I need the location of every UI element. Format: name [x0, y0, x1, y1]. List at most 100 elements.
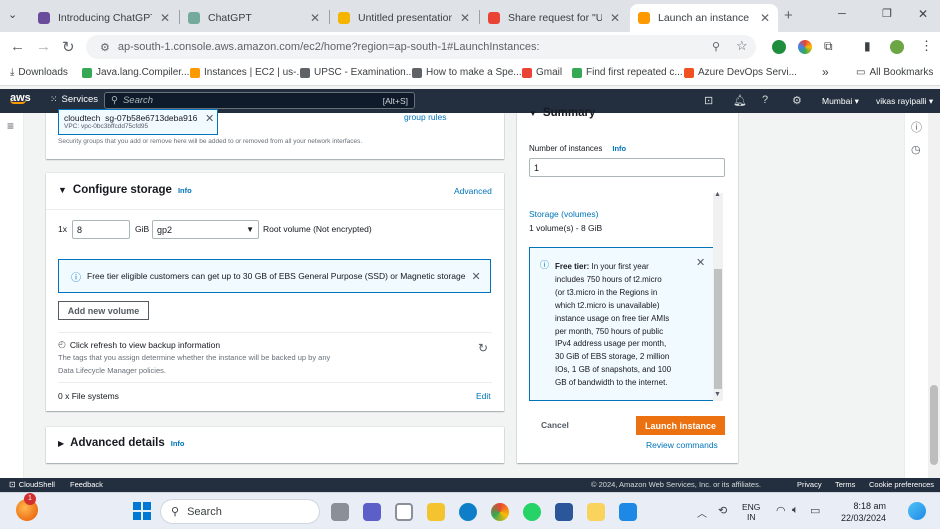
more-bookmarks-chevron-icon[interactable]: » — [822, 65, 829, 79]
side-panel-icon[interactable]: ▮ — [864, 39, 871, 53]
whatsapp-icon[interactable] — [523, 503, 541, 521]
advanced-details-info-link[interactable]: Info — [171, 439, 185, 448]
tab-google-slides[interactable]: Untitled presentation - G ✕ — [330, 4, 478, 32]
bookmark-star-icon[interactable]: ☆ — [736, 38, 748, 54]
sync-icon[interactable]: ⟲ — [718, 504, 727, 517]
bookmark-downloads[interactable]: ⤓ Downloads — [10, 67, 68, 78]
close-tab-icon[interactable]: ✕ — [760, 11, 770, 25]
bookmark-upsc[interactable]: UPSC - Examination... — [300, 67, 414, 78]
close-tab-icon[interactable]: ✕ — [160, 11, 170, 25]
forward-arrow-icon[interactable]: → — [36, 38, 51, 55]
zoom-search-icon[interactable]: ⚲ — [712, 40, 720, 53]
compare-group-rules-link[interactable]: group rules — [404, 112, 447, 122]
aws-logo[interactable]: aws — [10, 92, 31, 104]
tab-gmail-share-request[interactable]: Share request for "Untitle ✕ — [480, 4, 628, 32]
refresh-icon[interactable]: ↻ — [478, 341, 488, 355]
close-tab-icon[interactable]: ✕ — [460, 11, 470, 25]
file-systems-edit-link[interactable]: Edit — [476, 391, 491, 401]
address-bar[interactable]: ⚙ ap-south-1.console.aws.amazon.com/ec2/… — [86, 35, 756, 59]
volume-size-input[interactable]: 8 — [72, 220, 130, 239]
storage-info-link[interactable]: Info — [178, 186, 192, 195]
tab-list-chevron-icon[interactable]: ⌄ — [8, 8, 17, 21]
reload-icon[interactable]: ↻ — [62, 38, 75, 56]
new-tab-button[interactable]: + — [784, 7, 793, 24]
windows-start-icon[interactable] — [133, 502, 151, 520]
dismiss-free-tier-icon[interactable]: ✕ — [696, 256, 705, 269]
close-window-icon[interactable]: ✕ — [918, 7, 928, 21]
summary-scrollbar-thumb[interactable] — [714, 269, 722, 389]
photos-icon[interactable] — [619, 503, 637, 521]
tab-chatgpt[interactable]: ChatGPT ✕ — [180, 4, 328, 32]
extensions-puzzle-icon[interactable]: ⧉ — [824, 39, 833, 54]
taskbar-search-box[interactable]: ⚲ Search — [160, 499, 320, 524]
summary-header[interactable]: ▼ Summary — [529, 107, 595, 119]
dismiss-alert-icon[interactable]: ✕ — [471, 270, 480, 283]
volume-icon[interactable]: 🔈︎ — [792, 504, 799, 517]
file-explorer-icon[interactable] — [427, 503, 445, 521]
language-indicator[interactable]: ENG IN — [742, 502, 760, 522]
instances-info-link[interactable]: Info — [612, 144, 626, 153]
tab-launch-instance[interactable]: Launch an instance | EC2 ✕ — [630, 4, 778, 32]
storage-volumes-link[interactable]: Storage (volumes) — [529, 209, 598, 219]
launch-instance-button[interactable]: Launch instance — [636, 416, 725, 435]
scroll-down-arrow-icon[interactable]: ▼ — [714, 391, 721, 398]
bookmark-how-to-make[interactable]: How to make a Spe... — [412, 67, 522, 78]
volume-type-select[interactable]: gp2 ▼ — [152, 220, 259, 239]
browser-menu-icon[interactable]: ⋮ — [920, 38, 933, 54]
review-commands-link[interactable]: Review commands — [646, 440, 718, 450]
battery-icon[interactable]: ▭ — [810, 504, 820, 517]
advanced-details-header[interactable]: ▶ Advanced details Info — [58, 437, 185, 449]
close-tab-icon[interactable]: ✕ — [610, 11, 620, 25]
cookie-preferences-link[interactable]: Cookie preferences — [869, 480, 934, 489]
remove-security-group-icon[interactable]: ✕ — [205, 112, 214, 125]
profile-avatar-icon[interactable] — [890, 40, 904, 54]
cloudshell-link[interactable]: ⊡ CloudShell — [9, 480, 55, 489]
chrome-icon[interactable] — [491, 503, 509, 521]
extension-colorful-icon[interactable] — [798, 40, 812, 54]
info-panel-icon[interactable]: ⓘ — [911, 119, 922, 135]
services-menu[interactable]: ⁙ Services — [50, 94, 98, 105]
privacy-link[interactable]: Privacy — [797, 480, 822, 489]
number-of-instances-input[interactable]: 1 — [529, 158, 725, 177]
tutorial-icon[interactable]: ◷ — [911, 143, 921, 156]
add-new-volume-button[interactable]: Add new volume — [58, 301, 149, 320]
storage-advanced-link[interactable]: Advanced — [454, 186, 492, 196]
page-scrollbar-thumb[interactable] — [930, 385, 938, 465]
bookmark-java-compiler[interactable]: Java.lang.Compiler... — [82, 67, 189, 78]
app-grid-icon[interactable] — [395, 503, 413, 521]
terms-link[interactable]: Terms — [835, 480, 855, 489]
help-icon[interactable]: ? — [762, 94, 768, 106]
minimize-window-icon[interactable]: ─ — [838, 8, 846, 20]
copilot-icon[interactable] — [908, 502, 926, 520]
site-info-icon[interactable]: ⚙ — [100, 41, 110, 54]
page-scrollbar[interactable] — [928, 113, 940, 478]
back-arrow-icon[interactable]: ← — [10, 38, 25, 55]
cancel-button[interactable]: Cancel — [541, 420, 569, 430]
system-clock[interactable]: 8:18 am 22/03/2024 — [836, 500, 886, 524]
wifi-icon[interactable]: ◠ — [776, 504, 786, 517]
cloudshell-icon[interactable]: ⊡ — [704, 94, 713, 107]
settings-gear-icon[interactable]: ⚙ — [792, 94, 802, 107]
teams-icon[interactable] — [363, 503, 381, 521]
extension-green-icon[interactable] — [772, 40, 786, 54]
bookmark-find-repeated[interactable]: Find first repeated c... — [572, 67, 683, 78]
word-icon[interactable] — [555, 503, 573, 521]
all-bookmarks-folder[interactable]: ▭ All Bookmarks — [856, 67, 933, 78]
hamburger-menu-icon[interactable]: ≡ — [7, 119, 14, 133]
bookmark-ec2-instances[interactable]: Instances | EC2 | us-... — [190, 67, 305, 78]
region-selector[interactable]: Mumbai ▾ — [822, 96, 859, 107]
task-view-icon[interactable] — [331, 503, 349, 521]
bookmark-gmail[interactable]: Gmail — [522, 67, 562, 78]
restore-window-icon[interactable]: ❐ — [882, 7, 892, 20]
bookmark-azure-devops[interactable]: Azure DevOps Servi... — [684, 67, 797, 78]
show-hidden-icons-chevron-icon[interactable]: ︿ — [697, 505, 707, 520]
aws-search-input[interactable]: ⚲ Search [Alt+S] — [104, 92, 415, 109]
storage-header[interactable]: ▼ Configure storage Info — [58, 184, 192, 196]
edge-browser-icon[interactable] — [459, 503, 477, 521]
close-tab-icon[interactable]: ✕ — [310, 11, 320, 25]
scroll-up-arrow-icon[interactable]: ▲ — [714, 191, 721, 198]
feedback-link[interactable]: Feedback — [70, 480, 103, 489]
account-menu[interactable]: vikas rayipalli ▾ — [876, 96, 933, 107]
notifications-bell-icon[interactable]: 🔔︎ — [733, 94, 747, 107]
tab-introducing-chatgpt[interactable]: Introducing ChatGPT ✕ — [30, 4, 178, 32]
